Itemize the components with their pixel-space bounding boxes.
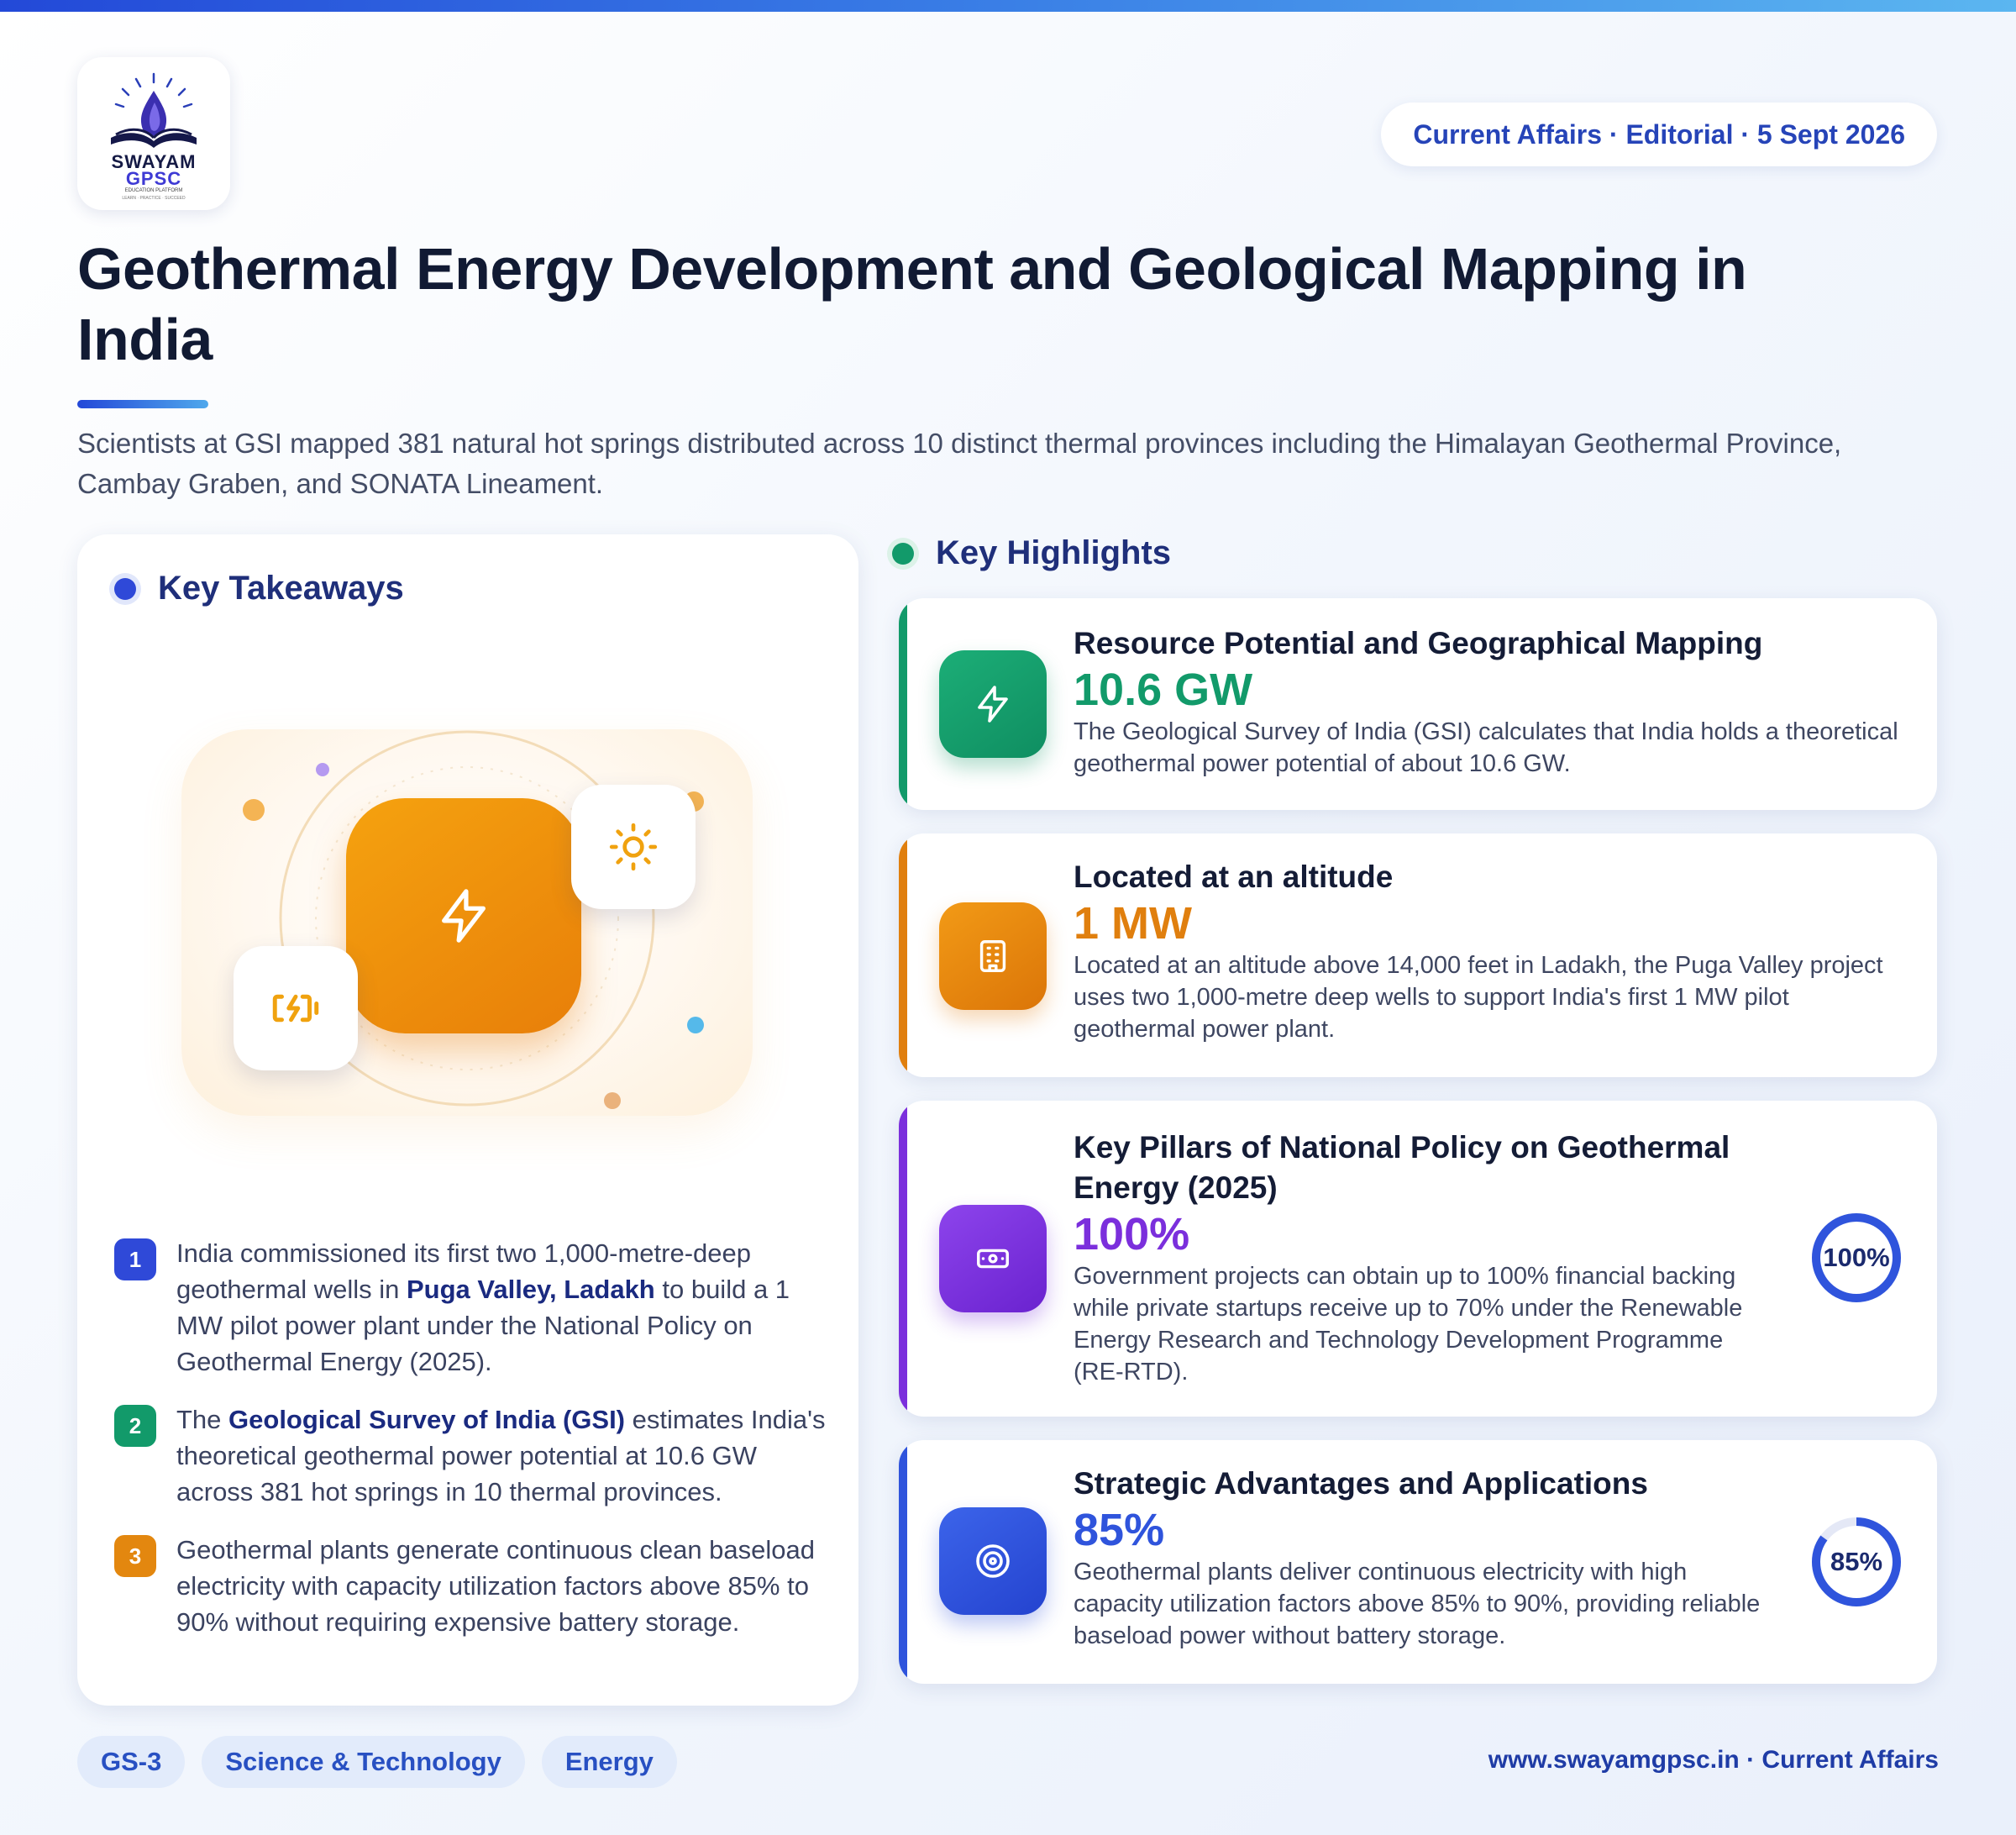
list-item: 2 The Geological Survey of India (GSI) e… [114, 1401, 828, 1510]
key-highlights-heading: Key Highlights [892, 534, 1171, 572]
cash-icon [977, 1249, 1009, 1269]
item-text: Geothermal plants generate continuous cl… [176, 1532, 828, 1640]
page-title: Geothermal Energy Development and Geolog… [77, 236, 1747, 372]
battery-tile [234, 946, 358, 1070]
item-text-bold: Geological Survey of India (GSI) [228, 1405, 626, 1434]
sun-tile [571, 785, 696, 909]
page-subtitle: Scientists at GSI mapped 381 natural hot… [77, 428, 1842, 499]
item-text: The Geological Survey of India (GSI) est… [176, 1401, 828, 1510]
highlight-description: Geothermal plants deliver continuous ele… [1074, 1559, 1761, 1649]
highlight-value: 85% [1074, 1505, 1165, 1555]
item-text-part: The [176, 1405, 229, 1434]
item-number-badge: 3 [114, 1535, 156, 1577]
item-text-part: Geothermal plants generate continuous cl… [176, 1535, 816, 1637]
highlight-card: Located at an altitude 1 MW Located at a… [899, 833, 1937, 1077]
item-text: India commissioned its first two 1,000-m… [176, 1235, 828, 1380]
footer-link[interactable]: www.swayamgpsc.in · Current Affairs [1488, 1746, 1939, 1775]
bullet-dot-icon [892, 542, 914, 565]
highlight-title: Strategic Advantages and Applications [1074, 1466, 1648, 1501]
energy-illustration [181, 729, 753, 1116]
key-takeaways-card: Key Takeaways 1 India commissioned its f… [77, 534, 858, 1706]
tag-gs3[interactable]: GS-3 [77, 1736, 186, 1788]
card-accent-stripe [899, 1101, 907, 1417]
highlight-description: Government projects can obtain up to 100… [1074, 1263, 1743, 1385]
progress-ring: 85% [1809, 1515, 1903, 1609]
date-badge: Current Affairs · Editorial · 5 Sept 202… [1381, 103, 1937, 166]
swayam-gpsc-logo: SWAYAM GPSC EDUCATION PLATFORM LEARN · P… [77, 57, 230, 210]
title-underline [77, 400, 208, 408]
highlight-title: Key Pillars of National Policy on Geothe… [1074, 1130, 1730, 1205]
card-accent-stripe [899, 1440, 907, 1684]
target-icon [976, 1544, 1010, 1578]
lightning-tile [346, 798, 581, 1033]
progress-ring-label: 100% [1823, 1243, 1890, 1272]
highlight-description: The Geological Survey of India (GSI) cal… [1074, 718, 1898, 777]
highlight-value: 100% [1074, 1209, 1190, 1259]
key-takeaways-title: Key Takeaways [158, 570, 404, 607]
top-accent-bar [0, 0, 2016, 12]
logo-text-line4: LEARN · PRACTICE · SUCCEED [122, 196, 186, 201]
tag-science-technology[interactable]: Science & Technology [202, 1736, 525, 1788]
card-accent-stripe [899, 598, 907, 810]
list-item: 3 Geothermal plants generate continuous … [114, 1532, 828, 1640]
item-number-badge: 1 [114, 1238, 156, 1280]
bullet-dot-icon [114, 577, 136, 600]
item-number-badge: 2 [114, 1405, 156, 1447]
cash-icon-tile [939, 1205, 1047, 1312]
target-icon-tile [939, 1507, 1047, 1615]
progress-ring-label: 85% [1830, 1547, 1883, 1576]
item-text-bold: Puga Valley, Ladakh [406, 1275, 655, 1304]
card-accent-stripe [899, 833, 907, 1077]
takeaways-list: 1 India commissioned its first two 1,000… [114, 1235, 828, 1662]
battery-charging-icon [272, 994, 319, 1023]
highlight-title: Located at an altitude [1074, 860, 1394, 894]
logo-text-line2: GPSC [125, 168, 182, 189]
highlight-title: Resource Potential and Geographical Mapp… [1074, 626, 1763, 660]
building-icon [979, 940, 1006, 972]
building-icon-tile [939, 902, 1047, 1010]
highlight-value: 10.6 GW [1074, 665, 1253, 715]
lightning-icon [442, 889, 486, 943]
lightning-icon [978, 686, 1008, 723]
lightning-icon-tile [939, 650, 1047, 758]
key-highlights-title: Key Highlights [936, 534, 1172, 571]
list-item: 1 India commissioned its first two 1,000… [114, 1235, 828, 1380]
progress-ring: 100% [1809, 1211, 1903, 1305]
highlight-card: Resource Potential and Geographical Mapp… [899, 598, 1937, 810]
sun-icon [609, 823, 658, 871]
logo-text-line3: EDUCATION PLATFORM [124, 188, 183, 193]
key-takeaways-heading: Key Takeaways [114, 570, 404, 607]
topic-tags: GS-3 Science & Technology Energy [77, 1736, 694, 1788]
highlight-value: 1 MW [1074, 898, 1192, 949]
highlight-card: Strategic Advantages and Applications 85… [899, 1440, 1937, 1684]
tag-energy[interactable]: Energy [541, 1736, 677, 1788]
highlight-card: Key Pillars of National Policy on Geothe… [899, 1101, 1937, 1417]
highlight-description: Located at an altitude above 14,000 feet… [1074, 952, 1883, 1043]
